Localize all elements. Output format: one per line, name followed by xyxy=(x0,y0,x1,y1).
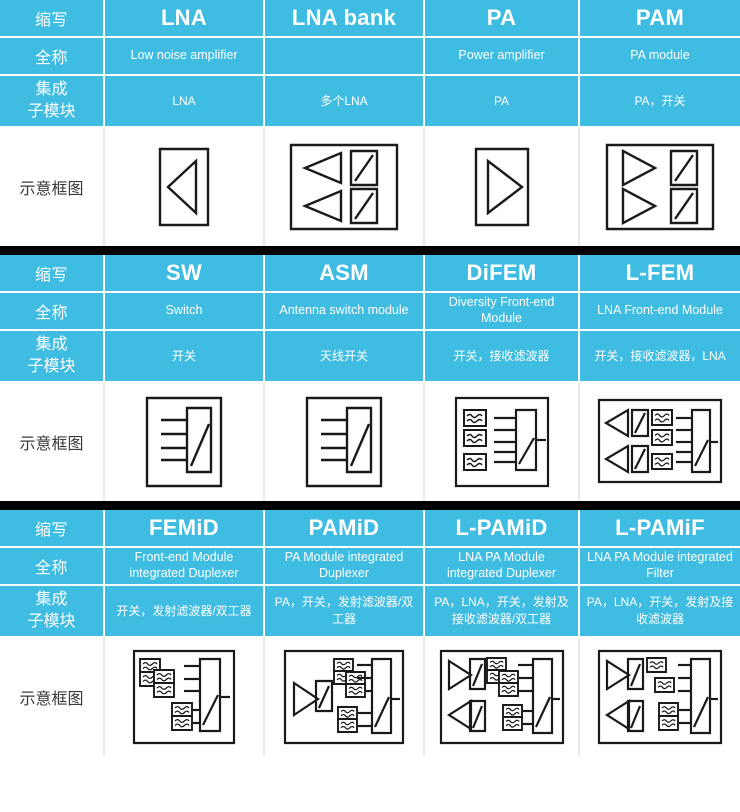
row-label-submodules: 集成 子模块 xyxy=(0,586,105,638)
cell-abbr-lpamid: L-PAMiD xyxy=(425,510,580,548)
diagram-pamid xyxy=(269,645,419,749)
row-label-diagram: 示意框图 xyxy=(0,128,105,246)
row-label-submodules: 集成 子模块 xyxy=(0,76,105,128)
cell-sub-asm: 天线开关 xyxy=(265,331,425,383)
diagram-lna xyxy=(109,139,259,235)
cell-sub-lpamif: PA，LNA，开关，发射及接收滤波器 xyxy=(580,586,740,638)
cell-sub-pam: PA，开关 xyxy=(580,76,740,128)
row-label-abbreviation: 缩写 xyxy=(0,0,105,38)
cell-sub-pamid: PA，开关，发射滤波器/双工器 xyxy=(265,586,425,638)
cell-abbr-difem: DiFEM xyxy=(425,255,580,293)
cell-abbr-lpamif: L-PAMiF xyxy=(580,510,740,548)
cell-sub-difem: 开关，接收滤波器 xyxy=(425,331,580,383)
row-label-submodules-line2: 子模块 xyxy=(27,358,76,375)
table-row-full-name: 全称 Switch Antenna switch module Diversit… xyxy=(0,293,740,331)
table-row-abbreviation: 缩写 FEMiD PAMiD L-PAMiD L-PAMiF xyxy=(0,510,740,548)
cell-abbr-pam: PAM xyxy=(580,0,740,38)
table-row-diagram: 示意框图 xyxy=(0,128,740,246)
cell-diagram-lpamid xyxy=(425,638,580,756)
cell-abbr-lna: LNA xyxy=(105,0,265,38)
diagram-difem xyxy=(429,392,574,492)
cell-abbr-lfem: L-FEM xyxy=(580,255,740,293)
module-table-1: 缩写 LNA LNA bank PA PAM 全称 Low noise ampl… xyxy=(0,0,740,246)
cell-full-femid: Front-end Module integrated Duplexer xyxy=(105,548,265,586)
cell-abbr-pa: PA xyxy=(425,0,580,38)
diagram-lpamif xyxy=(584,645,736,749)
cell-full-lpamid: LNA PA Module integrated Duplexer xyxy=(425,548,580,586)
cell-abbr-femid: FEMiD xyxy=(105,510,265,548)
row-label-submodules-line1: 集成 xyxy=(35,81,68,99)
cell-sub-pa: PA xyxy=(425,76,580,128)
module-block-3: 缩写 FEMiD PAMiD L-PAMiD L-PAMiF 全称 Front-… xyxy=(0,510,740,756)
cell-full-lpamif: LNA PA Module integrated Filter xyxy=(580,548,740,586)
cell-full-pamid: PA Module integrated Duplexer xyxy=(265,548,425,586)
table-row-abbreviation: 缩写 SW ASM DiFEM L-FEM xyxy=(0,255,740,293)
table-row-submodules: 集成 子模块 开关 天线开关 开关，接收滤波器 开关，接收滤波器，LNA xyxy=(0,331,740,383)
row-label-diagram: 示意框图 xyxy=(0,638,105,756)
cell-sub-femid: 开关，发射滤波器/双工器 xyxy=(105,586,265,638)
cell-sub-lpamid: PA，LNA，开关，发射及接收滤波器/双工器 xyxy=(425,586,580,638)
diagram-femid xyxy=(109,645,259,749)
row-label-submodules-line2: 子模块 xyxy=(27,613,76,630)
cell-full-sw: Switch xyxy=(105,293,265,331)
diagram-pam xyxy=(584,137,736,237)
cell-diagram-asm xyxy=(265,383,425,501)
cell-diagram-lfem xyxy=(580,383,740,501)
cell-diagram-lpamif xyxy=(580,638,740,756)
module-table-2: 缩写 SW ASM DiFEM L-FEM 全称 Switch Antenna … xyxy=(0,255,740,501)
cell-full-lfem: LNA Front-end Module xyxy=(580,293,740,331)
cell-full-lna-bank xyxy=(265,38,425,76)
row-label-submodules: 集成 子模块 xyxy=(0,331,105,383)
row-label-full-name: 全称 xyxy=(0,548,105,586)
table-row-diagram: 示意框图 xyxy=(0,638,740,756)
table-row-abbreviation: 缩写 LNA LNA bank PA PAM xyxy=(0,0,740,38)
cell-diagram-difem xyxy=(425,383,580,501)
diagram-lpamid xyxy=(429,645,574,749)
module-block-1: 缩写 LNA LNA bank PA PAM 全称 Low noise ampl… xyxy=(0,0,740,246)
table-row-diagram: 示意框图 xyxy=(0,383,740,501)
cell-sub-lna: LNA xyxy=(105,76,265,128)
table-row-full-name: 全称 Front-end Module integrated Duplexer … xyxy=(0,548,740,586)
row-label-full-name: 全称 xyxy=(0,38,105,76)
cell-diagram-pam xyxy=(580,128,740,246)
diagram-pa xyxy=(429,139,574,235)
module-table-3: 缩写 FEMiD PAMiD L-PAMiD L-PAMiF 全称 Front-… xyxy=(0,510,740,756)
cell-diagram-lna-bank xyxy=(265,128,425,246)
cell-diagram-femid xyxy=(105,638,265,756)
row-label-submodules-line1: 集成 xyxy=(35,591,68,609)
cell-full-pa: Power amplifier xyxy=(425,38,580,76)
cell-abbr-pamid: PAMiD xyxy=(265,510,425,548)
module-block-2: 缩写 SW ASM DiFEM L-FEM 全称 Switch Antenna … xyxy=(0,255,740,501)
diagram-sw xyxy=(109,392,259,492)
cell-diagram-lna xyxy=(105,128,265,246)
row-label-abbreviation: 缩写 xyxy=(0,510,105,548)
cell-sub-sw: 开关 xyxy=(105,331,265,383)
row-label-submodules-line2: 子模块 xyxy=(27,103,76,120)
row-label-full-name: 全称 xyxy=(0,293,105,331)
cell-full-difem: Diversity Front-end Module xyxy=(425,293,580,331)
row-label-submodules-line1: 集成 xyxy=(35,336,68,354)
comparison-table-page: 缩写 LNA LNA bank PA PAM 全称 Low noise ampl… xyxy=(0,0,740,812)
diagram-lfem xyxy=(584,392,736,492)
block-separator-1 xyxy=(0,246,740,255)
cell-diagram-pamid xyxy=(265,638,425,756)
cell-sub-lna-bank: 多个LNA xyxy=(265,76,425,128)
diagram-asm xyxy=(269,392,419,492)
cell-abbr-lna-bank: LNA bank xyxy=(265,0,425,38)
cell-full-asm: Antenna switch module xyxy=(265,293,425,331)
cell-diagram-pa xyxy=(425,128,580,246)
diagram-lna-bank xyxy=(269,137,419,237)
cell-full-lna: Low noise amplifier xyxy=(105,38,265,76)
table-row-submodules: 集成 子模块 LNA 多个LNA PA PA，开关 xyxy=(0,76,740,128)
table-row-full-name: 全称 Low noise amplifier Power amplifier P… xyxy=(0,38,740,76)
cell-diagram-sw xyxy=(105,383,265,501)
table-row-submodules: 集成 子模块 开关，发射滤波器/双工器 PA，开关，发射滤波器/双工器 PA，L… xyxy=(0,586,740,638)
cell-sub-lfem: 开关，接收滤波器，LNA xyxy=(580,331,740,383)
block-separator-2 xyxy=(0,501,740,510)
cell-abbr-asm: ASM xyxy=(265,255,425,293)
row-label-diagram: 示意框图 xyxy=(0,383,105,501)
cell-full-pam: PA module xyxy=(580,38,740,76)
row-label-abbreviation: 缩写 xyxy=(0,255,105,293)
cell-abbr-sw: SW xyxy=(105,255,265,293)
